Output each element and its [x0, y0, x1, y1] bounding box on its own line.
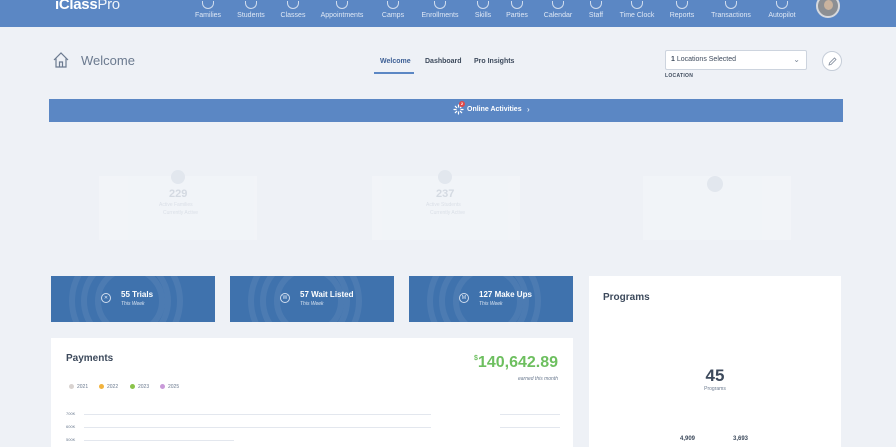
legend-label: 2022 [107, 384, 119, 390]
stat-title: 57 Wait Listed [300, 290, 354, 299]
programs-count-label: Programs [704, 386, 726, 392]
legend-item-2022[interactable]: 2022 [99, 384, 118, 390]
app-logo[interactable]: iClassPro [55, 0, 120, 13]
programs-count: 45 [705, 366, 725, 385]
location-select[interactable]: 1 Locations Selected ⌄ [665, 50, 807, 70]
tab-pro-insights[interactable]: Pro Insights [474, 58, 514, 65]
chart-gridline [500, 427, 560, 428]
autopilot-icon [776, 1, 788, 9]
legend-label: 2023 [138, 384, 150, 390]
user-avatar[interactable] [816, 0, 840, 18]
make-ups-card[interactable]: M 127 Make Ups This Week [409, 276, 573, 322]
programs-title: Programs [603, 292, 650, 303]
legend-item-2025[interactable]: 2025 [160, 384, 179, 390]
active-families-widget: 229 Active Families Currently Active [99, 168, 257, 240]
camps-icon [387, 1, 399, 9]
stat-subtitle: This Week [479, 301, 503, 307]
legend-label: 2025 [168, 384, 180, 390]
time-clock-icon [631, 1, 643, 9]
active-tab-indicator [374, 72, 414, 74]
staff-icon [590, 1, 602, 9]
waitlist-icon: W [280, 293, 290, 303]
wait-listed-card[interactable]: W 57 Wait Listed This Week [230, 276, 394, 322]
legend-item-2021[interactable]: 2021 [69, 384, 88, 390]
tab-welcome[interactable]: Welcome [380, 58, 411, 65]
chart-gridline [500, 414, 560, 415]
active-students-widget: 237 Active Students Currently Active [372, 168, 520, 240]
trials-icon: ✕ [101, 293, 111, 303]
y-axis-tick: 500K [66, 437, 76, 442]
nav-item-autopilot[interactable]: Autopilot [752, 0, 812, 27]
makeups-icon: M [459, 293, 469, 303]
edit-button[interactable] [822, 51, 842, 71]
legend-item-2023[interactable]: 2023 [130, 384, 149, 390]
pencil-icon [828, 57, 837, 66]
programs-card: Programs 45 Programs 4,909 3,693 [589, 276, 841, 447]
banner-label: Online Activities [467, 106, 522, 113]
location-label: LOCATION [665, 73, 694, 79]
y-axis-tick: 600K [66, 424, 76, 429]
payments-amount: $140,642.89 [474, 354, 558, 371]
staff-widget [643, 168, 791, 240]
payments-card: Payments $140,642.89 earned this month 2… [51, 338, 573, 447]
payments-title: Payments [66, 353, 114, 364]
y-axis-tick: 700K [66, 411, 76, 416]
programs-stat-enrollments: 4,909 [680, 436, 696, 442]
programs-stat-active: 3,693 [733, 436, 749, 442]
legend-dot [99, 384, 104, 389]
legend-dot [160, 384, 165, 389]
nav-item-label: Autopilot [768, 12, 796, 19]
stat-subtitle: This Week [121, 301, 145, 307]
families-icon [202, 1, 214, 9]
tab-dashboard[interactable]: Dashboard [425, 58, 462, 65]
appointments-icon [336, 1, 348, 9]
payments-earned-label: earned this month [517, 376, 558, 382]
legend-dot [130, 384, 135, 389]
chart-gridline [84, 414, 431, 415]
top-nav: iClassPro Families Students Classes Appoint… [0, 0, 896, 27]
chevron-right-icon: › [527, 105, 530, 114]
stat-subtitle: This Week [300, 301, 324, 307]
stat-title: 127 Make Ups [479, 290, 532, 299]
legend-label: 2021 [77, 384, 89, 390]
students-icon [245, 1, 257, 9]
calendar-icon [552, 1, 564, 9]
reports-icon [676, 1, 688, 9]
classes-icon [287, 1, 299, 9]
notification-badge: 2 [459, 101, 465, 107]
stat-title: 55 Trials [121, 290, 154, 299]
page-title: Welcome [81, 53, 135, 68]
chart-gridline [84, 440, 234, 441]
parties-icon [511, 1, 523, 9]
online-activities-banner[interactable]: 2 Online Activities › [49, 99, 843, 122]
chevron-down-icon: ⌄ [793, 55, 800, 64]
chart-gridline [84, 427, 431, 428]
trials-card[interactable]: ✕ 55 Trials This Week [51, 276, 215, 322]
home-icon [53, 52, 69, 68]
transactions-icon [725, 1, 737, 9]
legend-dot [69, 384, 74, 389]
enrollments-icon [434, 1, 446, 9]
